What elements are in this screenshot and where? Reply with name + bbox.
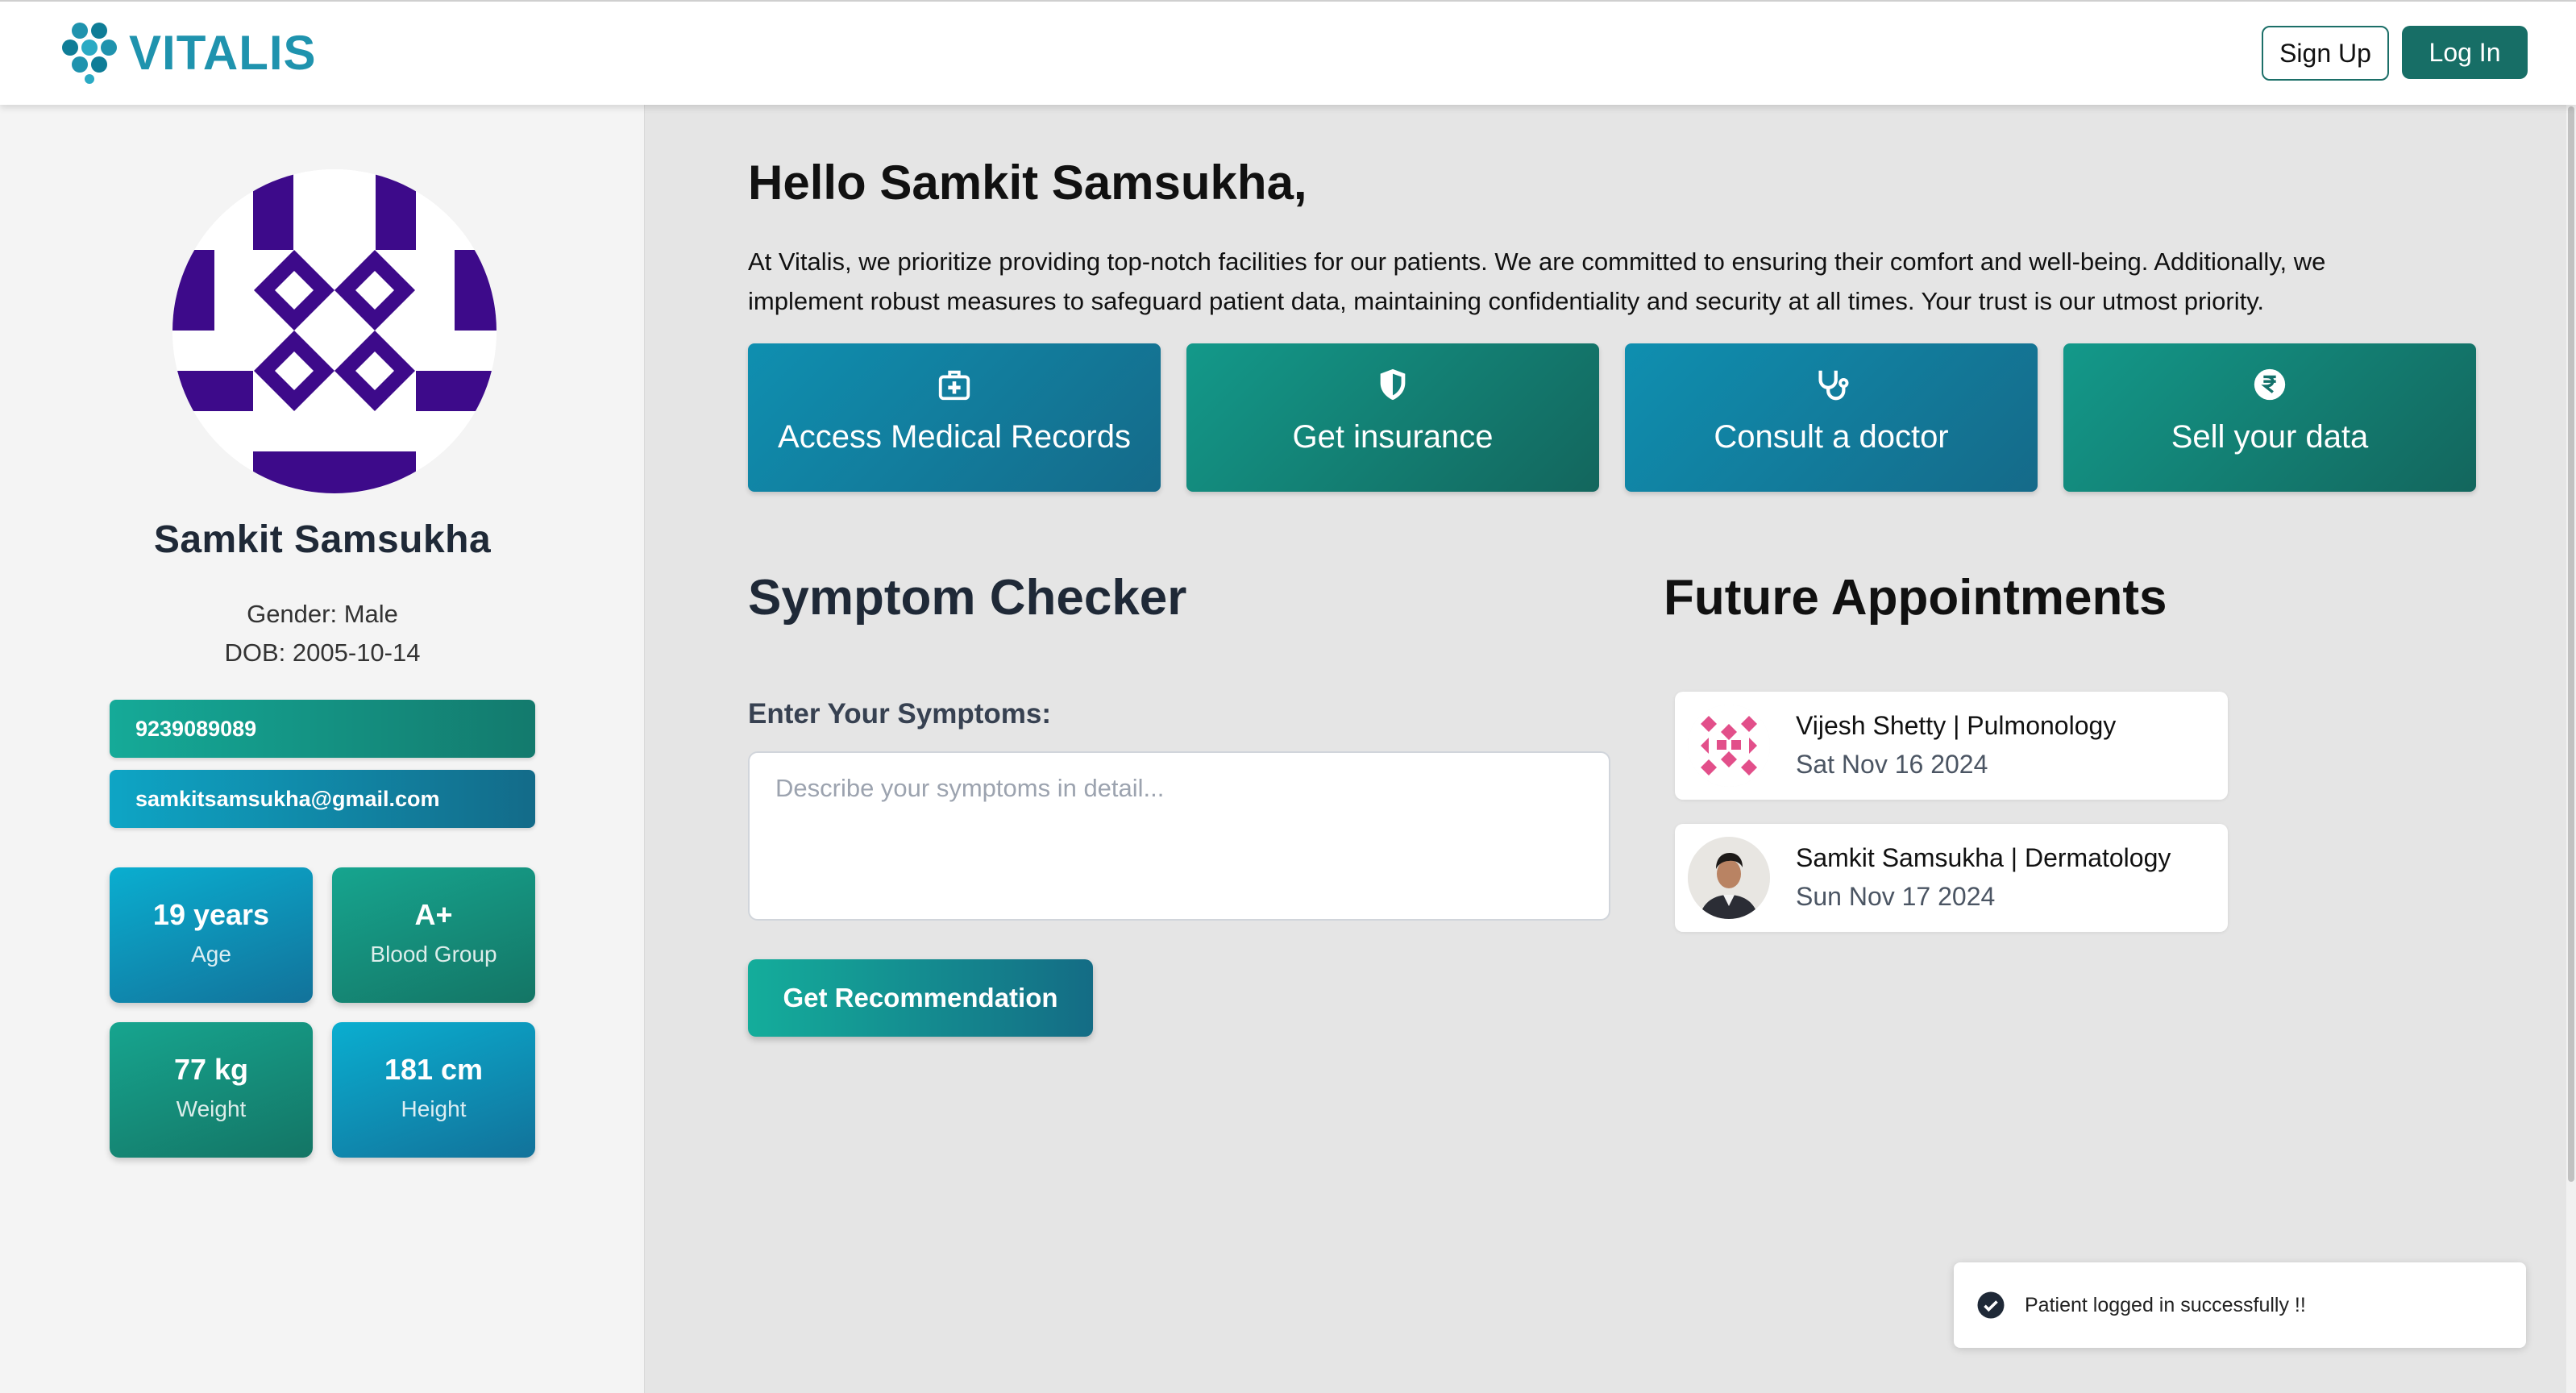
stat-label: Height	[401, 1096, 467, 1121]
action-label: Access Medical Records	[778, 419, 1131, 455]
profile-name: Samkit Samsukha	[153, 518, 492, 561]
appointment-doctor: Samkit Samsukha | Dermatology	[1796, 843, 2171, 872]
stat-value: A+	[414, 898, 453, 931]
stat-value: 19 years	[152, 898, 270, 931]
appointment-date: Sat Nov 16 2024	[1796, 750, 1988, 779]
profile-sidebar: Samkit Samsukha Gender: Male DOB: 2005-1…	[0, 105, 645, 1393]
email-pill: samkitsamsukha@gmail.com	[110, 770, 535, 828]
hexagon-cluster-icon	[62, 23, 117, 84]
phone-pill: 9239089089	[110, 700, 535, 758]
future-appointments-title: Future Appointments	[1664, 570, 2167, 626]
appointment-doctor: Vijesh Shetty | Pulmonology	[1796, 711, 2117, 740]
stat-label: Blood Group	[370, 942, 497, 967]
login-success-toast[interactable]: Patient logged in successfully !!	[1954, 1262, 2526, 1348]
stat-blood-group: A+ Blood Group	[332, 867, 535, 1003]
profile-avatar	[172, 169, 497, 493]
stat-height: 181 cm Height	[332, 1022, 535, 1158]
appointment-card[interactable]: Vijesh Shetty | Pulmonology Sat Nov 16 2…	[1675, 692, 2228, 800]
log-in-button[interactable]: Log In	[2402, 26, 2528, 79]
stat-value: 77 kg	[173, 1053, 249, 1086]
stat-label: Weight	[176, 1096, 247, 1121]
symptoms-label: Enter Your Symptoms:	[748, 698, 1051, 730]
doctor-avatar	[1688, 837, 1770, 919]
check-circle-icon	[1977, 1291, 2005, 1319]
symptoms-input[interactable]	[748, 751, 1610, 921]
stat-age: 19 years Age	[110, 867, 313, 1003]
intro-paragraph: At Vitalis, we prioritize providing top-…	[748, 247, 2326, 315]
identicon-avatar	[172, 169, 497, 493]
stat-weight: 77 kg Weight	[110, 1022, 313, 1158]
symptom-checker-title: Symptom Checker	[748, 570, 1187, 626]
profile-dob: DOB: 2005-10-14	[224, 638, 421, 667]
stat-value: 181 cm	[384, 1053, 484, 1086]
stethoscope-icon	[1625, 366, 2038, 405]
medical-kit-icon	[748, 366, 1161, 405]
action-label: Consult a doctor	[1714, 419, 1949, 455]
greeting-heading: Hello Samkit Samsukha,	[748, 156, 1307, 210]
shield-icon	[1186, 366, 1599, 405]
scrollbar-thumb[interactable]	[2568, 106, 2574, 1182]
logo-text: VITALIS	[129, 25, 317, 80]
get-insurance-button[interactable]: Get insurance	[1186, 343, 1599, 492]
page-scrollbar[interactable]	[2566, 105, 2576, 1393]
profile-gender: Gender: Male	[247, 600, 398, 628]
top-navbar: VITALIS Sign Up Log In	[0, 0, 2576, 105]
action-label: Sell your data	[2171, 419, 2369, 455]
appointment-date: Sun Nov 17 2024	[1796, 882, 1996, 911]
doctor-avatar	[1688, 705, 1770, 787]
access-medical-records-button[interactable]: Access Medical Records	[748, 343, 1161, 492]
stat-label: Age	[191, 942, 231, 967]
get-recommendation-button[interactable]: Get Recommendation	[748, 959, 1093, 1037]
vitalis-logo[interactable]: VITALIS	[58, 21, 317, 84]
toast-message: Patient logged in successfully !!	[2025, 1293, 2306, 1316]
rupee-icon	[2063, 366, 2476, 405]
sign-up-button[interactable]: Sign Up	[2262, 26, 2389, 81]
appointment-card[interactable]: Samkit Samsukha | Dermatology Sun Nov 17…	[1675, 824, 2228, 932]
consult-doctor-button[interactable]: Consult a doctor	[1625, 343, 2038, 492]
action-label: Get insurance	[1292, 419, 1494, 455]
sell-your-data-button[interactable]: Sell your data	[2063, 343, 2476, 492]
